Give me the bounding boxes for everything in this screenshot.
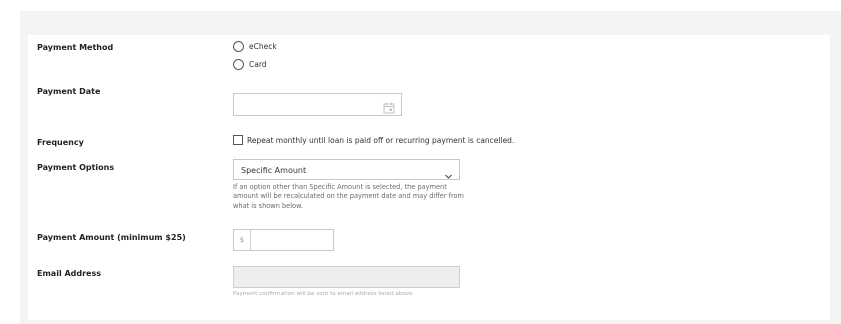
email-label: Email Address: [37, 269, 102, 278]
recurring-checkbox[interactable]: [233, 135, 243, 145]
radio-echeck[interactable]: eCheck: [233, 41, 277, 52]
payment-form-card: Payment Method eCheck Card Payment Date: [28, 35, 830, 320]
radio-card-label: Card: [249, 60, 267, 69]
calendar-icon[interactable]: [383, 99, 395, 118]
frequency-label: Frequency: [37, 138, 84, 147]
payment-options-help: If an option other than Specific Amount …: [233, 183, 464, 210]
payment-amount-field[interactable]: $: [233, 229, 334, 251]
currency-prefix: $: [234, 230, 251, 250]
payment-amount-label: Payment Amount (minimum $25): [37, 233, 186, 242]
recurring-checkbox-row[interactable]: Repeat monthly until loan is paid off or…: [233, 135, 514, 145]
payment-options-label: Payment Options: [37, 163, 115, 172]
payment-options-selected: Specific Amount: [241, 166, 307, 175]
email-help: Payment confirmation will be sent to ema…: [233, 291, 413, 297]
payment-method-label: Payment Method: [37, 43, 114, 52]
payment-options-select[interactable]: Specific Amount: [233, 159, 460, 180]
radio-echeck-button[interactable]: [233, 41, 244, 52]
payment-date-input[interactable]: [233, 93, 402, 116]
recurring-checkbox-label: Repeat monthly until loan is paid off or…: [247, 135, 515, 145]
radio-echeck-label: eCheck: [249, 42, 277, 51]
radio-card-button[interactable]: [233, 59, 244, 70]
page-background: Payment Method eCheck Card Payment Date: [20, 11, 841, 324]
radio-card[interactable]: Card: [233, 59, 267, 70]
email-field[interactable]: [233, 266, 460, 288]
payment-amount-input[interactable]: [251, 230, 333, 250]
payment-date-label: Payment Date: [37, 87, 101, 96]
